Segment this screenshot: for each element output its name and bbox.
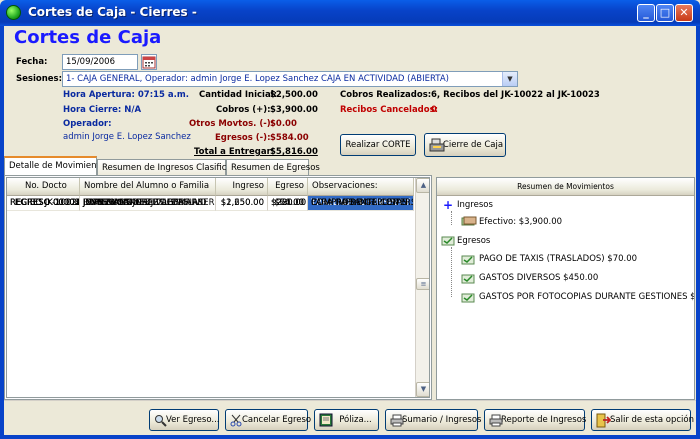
otros-movtos-value: $0.00 [270,119,297,129]
sesiones-value: 1- CAJA GENERAL, Operador: admin Jorge E… [66,74,449,84]
tree-ingresos[interactable]: Ingresos [457,200,493,210]
app-icon [6,5,21,20]
scroll-up-button[interactable]: ▲ [416,178,429,193]
cobros-label: Cobros (+): [216,105,271,115]
window-title: Cortes de Caja - Cierres - [28,5,197,19]
table-row[interactable] [7,256,414,271]
scissors-icon [230,414,243,435]
egreso-item-label: PAGO DE TAXIS (TRASLADOS) $70.00 [479,254,638,264]
hora-cierre: Hora Cierre: N/A [63,105,142,115]
cierre-caja-label: Cierre de Caja [442,140,504,150]
cash-register-icon [429,138,445,161]
scroll-thumb[interactable]: ≡ [416,278,429,290]
printer-icon [390,414,404,435]
close-button[interactable]: ✕ [675,4,693,22]
ver-egreso-button[interactable]: Ver Egreso... [149,409,219,431]
table-row[interactable] [7,286,414,301]
table-cell[interactable]: EGRESO 00004 [7,196,80,211]
ver-egreso-label: Ver Egreso... [166,415,220,425]
col-nombre[interactable]: Nombre del Alumno o Familia [80,178,216,196]
maximize-button[interactable]: □ [656,4,674,22]
poliza-label: Póliza... [339,415,372,425]
table-cell[interactable] [216,196,268,211]
reporte-ingresos-label: Reporte de Ingresos [501,415,587,425]
total-entregar-label: Total a Entregar: [194,147,275,157]
calendar-icon[interactable] [141,54,157,70]
movimientos-table[interactable]: No. Docto Nombre del Alumno o Familia In… [6,177,430,398]
table-cell[interactable]: COMPROBANTE CON N... [308,196,414,211]
reporte-ingresos-button[interactable]: Reporte de Ingresos [484,409,587,431]
egreso-item-icon [461,253,475,268]
realizar-corte-button[interactable]: Realizar CORTE [340,134,416,156]
tree-efectivo[interactable]: Efectivo: $3,900.00 [479,217,562,227]
minimize-button[interactable]: _ [637,4,655,22]
tree-egresos[interactable]: Egresos [457,236,490,246]
col-egreso[interactable]: Egreso [268,178,308,196]
plus-icon: + [443,198,454,212]
operador-label: Operador: [63,119,112,129]
window-title-bar[interactable]: Cortes de Caja - Cierres - _ □ ✕ [0,0,700,26]
window-frame-right [696,26,700,439]
tree-line [451,211,452,225]
table-row[interactable] [7,211,414,226]
table-row[interactable] [7,241,414,256]
sesiones-label: Sesiones: [16,74,62,84]
operador-value: admin Jorge E. Lopez Sanchez [63,132,191,142]
magnifier-icon [154,414,167,435]
page-title: Cortes de Caja [14,27,162,48]
otros-movtos-label: Otros Movtos. (-): [189,119,275,129]
table-cell[interactable]: $64.00 [268,196,308,211]
tree-egreso-item[interactable]: PAGO DE TAXIS (TRASLADOS) $70.00 [459,252,694,268]
table-row[interactable] [7,226,414,241]
cancelar-egreso-label: Cancelar Egreso [242,415,312,425]
resumen-title: Resumen de Movimientos [437,178,694,196]
fecha-label: Fecha: [16,57,48,67]
chevron-down-icon[interactable]: ▼ [502,72,517,86]
cancelar-egreso-button[interactable]: Cancelar Egreso [225,409,312,431]
egreso-item-label: GASTOS DIVERSOS $450.00 [479,273,599,283]
egreso-item-label: GASTOS POR FOTOCOPIAS DURANTE GESTIONES … [479,292,694,302]
salir-button[interactable]: Salir de esta opción [591,409,694,431]
ledger-icon [319,413,333,435]
cantidad-inicial-value: $2,500.00 [270,90,318,100]
exit-door-icon [596,413,612,436]
recibos-cancelados-label: Recibos Cancelados: [340,105,439,115]
poliza-button[interactable]: Póliza... [314,409,379,431]
printer-icon [489,414,503,435]
total-entregar-value: $5,816.00 [270,147,318,157]
cantidad-inicial-label: Cantidad Inicial: [199,90,277,100]
recibos-cancelados-value: 0 [431,105,437,115]
col-ingreso[interactable]: Ingreso [216,178,268,196]
table-scrollbar[interactable]: ▲ ≡ ▼ [415,178,429,397]
tree-egreso-item[interactable]: GASTOS POR FOTOCOPIAS DURANTE GESTIONES … [459,290,694,306]
egreso-item-icon [461,291,475,306]
tree-egreso-item[interactable]: GASTOS DIVERSOS $450.00 [459,271,694,287]
salir-label: Salir de esta opción [610,415,694,425]
divider [4,400,696,401]
cobros-value: $3,900.00 [270,105,318,115]
cierre-caja-button[interactable]: Cierre de Caja [424,133,506,157]
tab-detalle-movimientos[interactable]: Detalle de Movimientos [4,156,109,176]
egresos-label: Egresos (-): [215,133,271,143]
tree-line [451,247,452,297]
table-row[interactable] [7,271,414,286]
sesiones-select[interactable]: 1- CAJA GENERAL, Operador: admin Jorge E… [62,71,518,87]
resumen-panel: Resumen de Movimientos + Ingresos Efecti… [436,177,695,400]
window-frame-bottom [0,435,700,439]
hora-apertura: Hora Apertura: 07:15 a.m. [63,90,189,100]
sumario-ingresos-button[interactable]: Sumario / Ingresos [385,409,482,431]
col-observaciones[interactable]: Observaciones: [308,178,414,196]
egreso-item-icon [461,272,475,287]
cobros-realizados-value: 6, Recibos del JK-10022 al JK-10023 [431,90,600,100]
money-icon [461,216,477,229]
egresos-value: $584.00 [270,133,309,143]
cobros-realizados-label: Cobros Realizados: [340,90,432,100]
scroll-down-button[interactable]: ▼ [416,382,429,397]
table-cell[interactable]: JESUS HINOJOSA VALDES [80,196,216,211]
sumario-ingresos-label: Sumario / Ingresos [402,415,482,425]
egresos-folder-icon [441,234,455,249]
fecha-input[interactable]: 15/09/2006 [62,54,138,70]
col-no-docto[interactable]: No. Docto [7,178,80,196]
